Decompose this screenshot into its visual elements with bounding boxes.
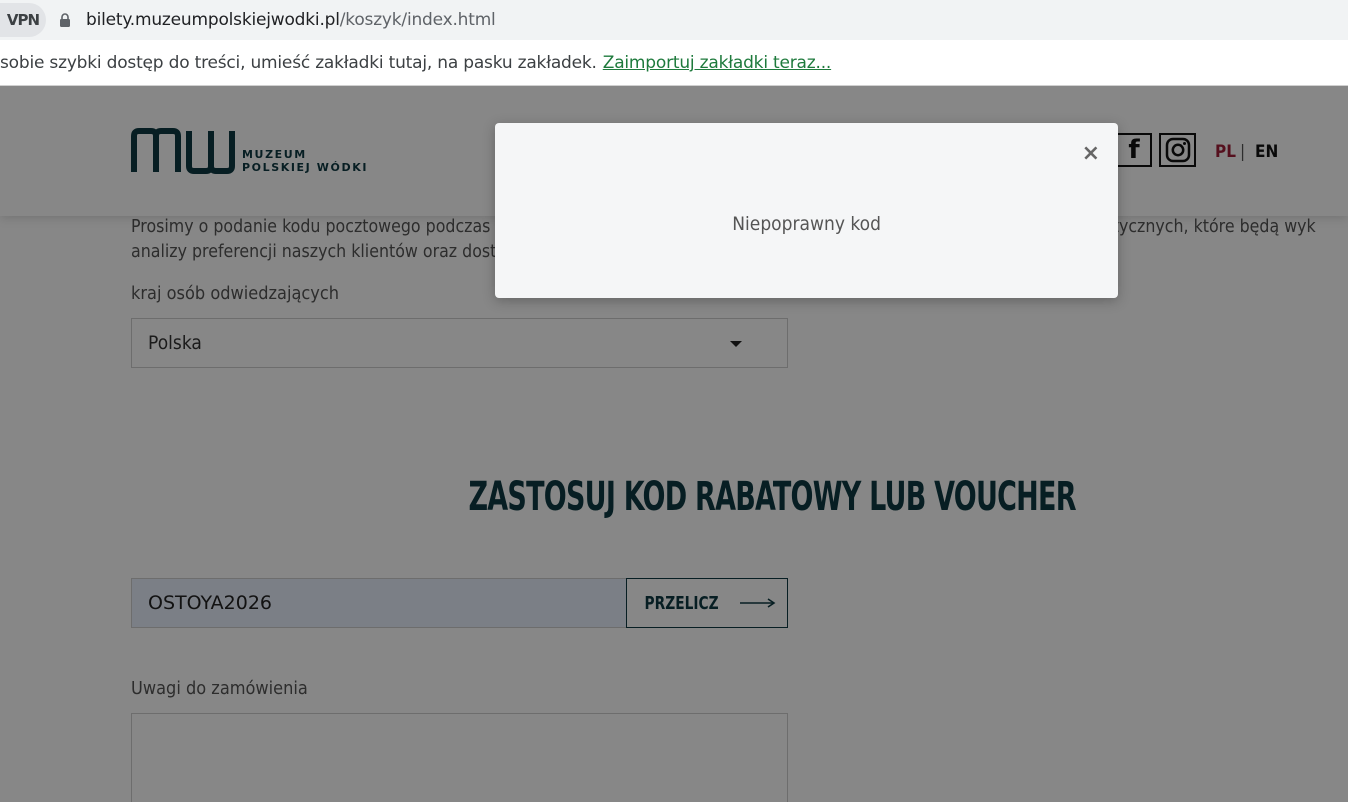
page-content: MUZEUM POLSKIEJ WÓDKI f PL | EN Prosimy … [0,86,1348,802]
import-bookmarks-link[interactable]: Zaimportuj zakładki teraz... [603,53,832,73]
vpn-badge[interactable]: VPN [0,3,46,37]
url-field[interactable]: bilety.muzeumpolskiejwodki.pl/koszyk/ind… [86,10,496,30]
bookmarks-bar: sobie szybki dostęp do treści, umieść za… [0,40,1348,86]
vpn-label: VPN [6,11,40,29]
error-modal: × Niepoprawny kod [495,123,1118,298]
bookmarks-hint: sobie szybki dostęp do treści, umieść za… [0,53,597,73]
close-icon[interactable]: × [1082,143,1100,165]
url-host: bilety.muzeumpolskiejwodki.pl [86,10,340,30]
modal-message: Niepoprawny kod [732,213,881,235]
lock-icon[interactable] [59,13,71,27]
browser-url-bar: VPN bilety.muzeumpolskiejwodki.pl/koszyk… [0,0,1348,40]
url-path: /koszyk/index.html [339,10,496,30]
